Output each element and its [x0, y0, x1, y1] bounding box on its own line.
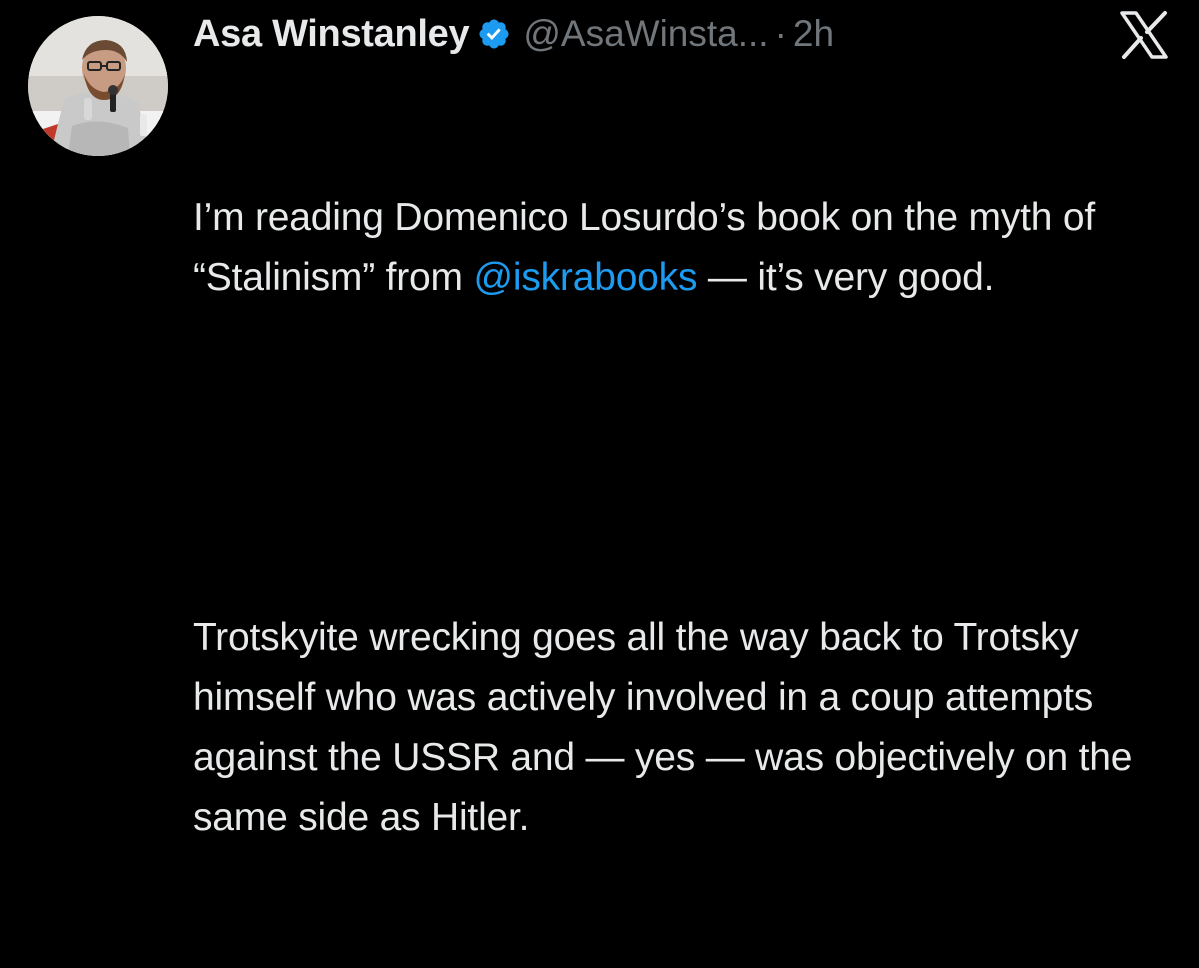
mention-link[interactable]: @iskrabooks — [473, 256, 697, 299]
tweet-text-part: — it’s very good. — [697, 256, 995, 299]
x-logo-icon — [1116, 10, 1172, 60]
tweet-header: Asa Winstanley @AsaWinsta... · 2h — [193, 6, 834, 62]
tweet-card: Asa Winstanley @AsaWinsta... · 2h I’m re… — [0, 0, 1199, 839]
avatar-image — [28, 16, 168, 156]
tweet-text: I’m reading Domenico Losurdo’s book on t… — [193, 68, 1183, 968]
author-handle[interactable]: @AsaWinsta... — [523, 13, 768, 55]
header-separator: · — [774, 13, 787, 54]
tweet-paragraph-1: I’m reading Domenico Losurdo’s book on t… — [193, 188, 1183, 308]
tweet-timestamp[interactable]: 2h — [793, 13, 834, 55]
author-avatar[interactable] — [28, 16, 168, 156]
verified-badge-icon — [477, 17, 511, 51]
author-display-name[interactable]: Asa Winstanley — [193, 13, 470, 56]
tweet-paragraph-2: Trotskyite wrecking goes all the way bac… — [193, 616, 1143, 839]
